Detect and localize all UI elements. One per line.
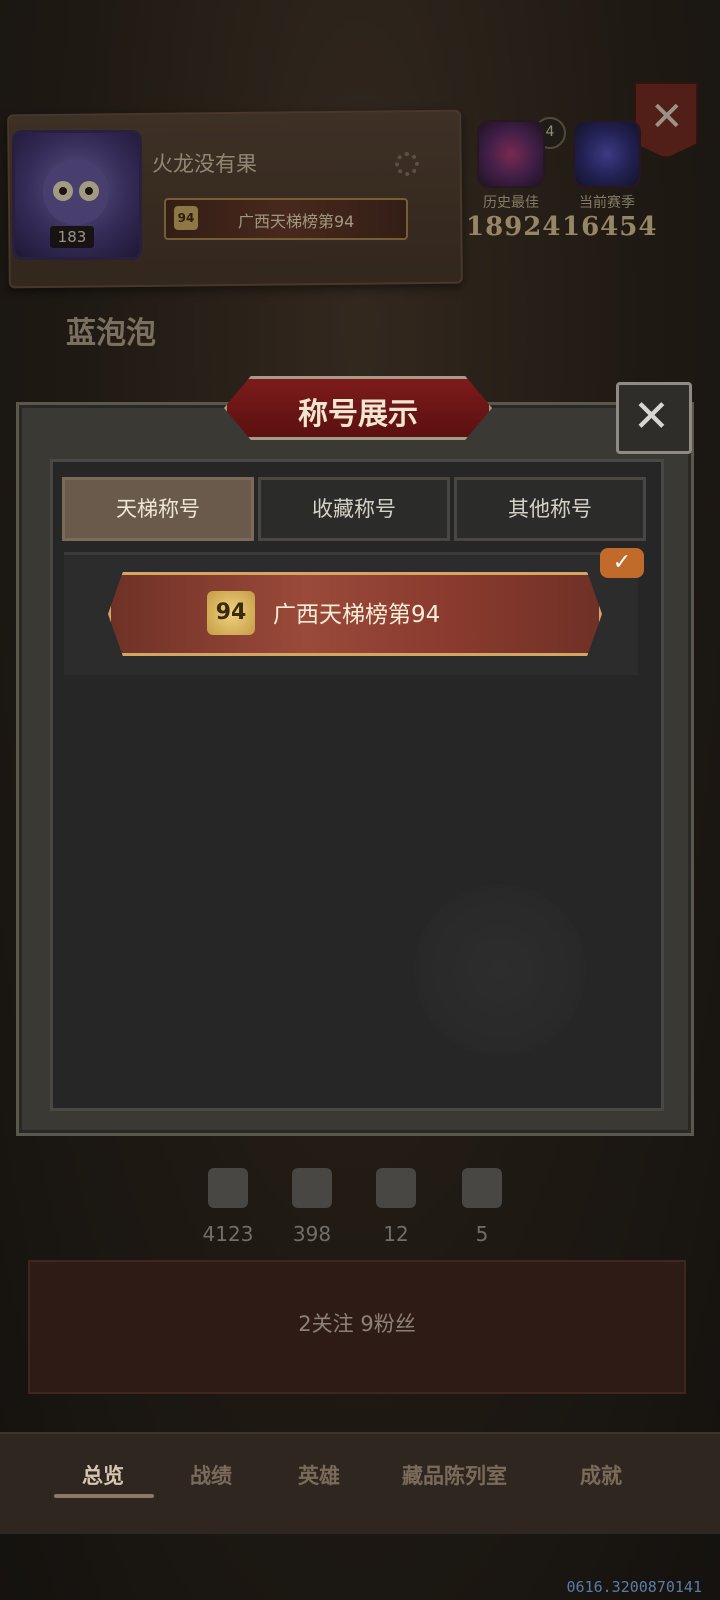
checkmark-icon: ✓ — [600, 548, 644, 578]
modal-title-banner: 称号展示 — [224, 376, 492, 440]
tab-other-titles[interactable]: 其他称号 — [454, 477, 646, 541]
mascot-watermark-icon — [400, 870, 600, 1070]
footer-id: 0616.3200870141 — [566, 1578, 702, 1596]
nav-achievements[interactable]: 成就 — [580, 1460, 622, 1490]
nav-overview[interactable]: 总览 — [82, 1460, 124, 1490]
selected-title-text: 广西天梯榜第94 — [273, 602, 441, 628]
tab-ladder-titles[interactable]: 天梯称号 — [62, 477, 254, 541]
nav-collection-room[interactable]: 藏品陈列室 — [402, 1460, 507, 1490]
title-rank-number: 94 — [207, 591, 255, 635]
modal-title: 称号展示 — [298, 397, 418, 432]
close-icon: ✕ — [633, 391, 670, 442]
nav-record[interactable]: 战绩 — [190, 1460, 232, 1490]
nav-heroes[interactable]: 英雄 — [298, 1460, 340, 1490]
selected-title-badge[interactable]: 94 广西天梯榜第94 — [108, 572, 602, 656]
modal-close-button[interactable]: ✕ — [616, 382, 692, 454]
tab-collection-titles[interactable]: 收藏称号 — [258, 477, 450, 541]
nav-active-indicator — [54, 1494, 154, 1498]
